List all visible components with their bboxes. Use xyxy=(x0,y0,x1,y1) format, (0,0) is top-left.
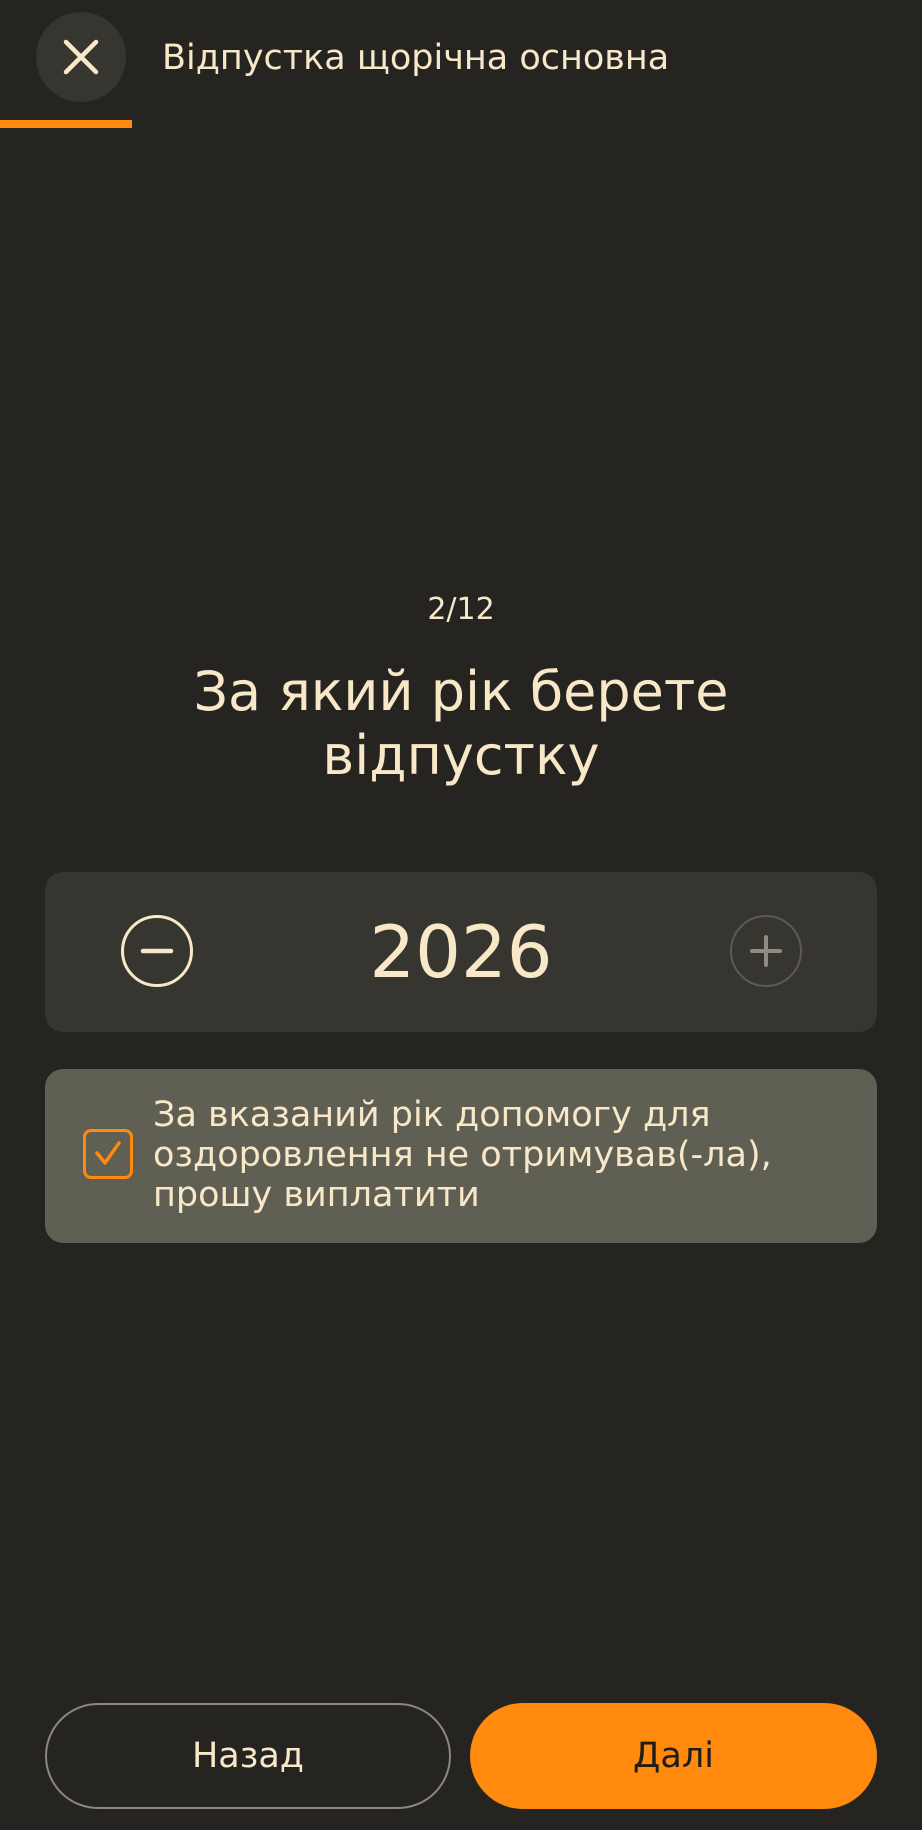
progress-bar xyxy=(0,120,922,128)
close-icon xyxy=(63,39,99,75)
header: Відпустка щорічна основна xyxy=(0,0,922,128)
progress-bar-fill xyxy=(0,120,132,128)
checkmark-icon xyxy=(95,1141,121,1165)
next-button[interactable]: Далі xyxy=(470,1703,877,1809)
health-aid-label: За вказаний рік допомогу для оздоровленн… xyxy=(153,1095,772,1215)
minus-icon xyxy=(140,948,174,954)
step-counter: 2/12 xyxy=(427,592,495,627)
question-title: За який рік берете відпустку xyxy=(193,660,729,787)
increment-year-button[interactable] xyxy=(730,915,802,987)
close-button[interactable] xyxy=(36,12,126,102)
page-title: Відпустка щорічна основна xyxy=(162,38,670,78)
decrement-year-button[interactable] xyxy=(121,915,193,987)
year-value: 2026 xyxy=(369,910,553,994)
year-stepper: 2026 xyxy=(45,872,877,1032)
plus-icon xyxy=(750,935,782,967)
health-aid-checkbox-card[interactable]: За вказаний рік допомогу для оздоровленн… xyxy=(45,1069,877,1243)
back-button[interactable]: Назад xyxy=(45,1703,451,1809)
health-aid-checkbox[interactable] xyxy=(83,1129,133,1179)
